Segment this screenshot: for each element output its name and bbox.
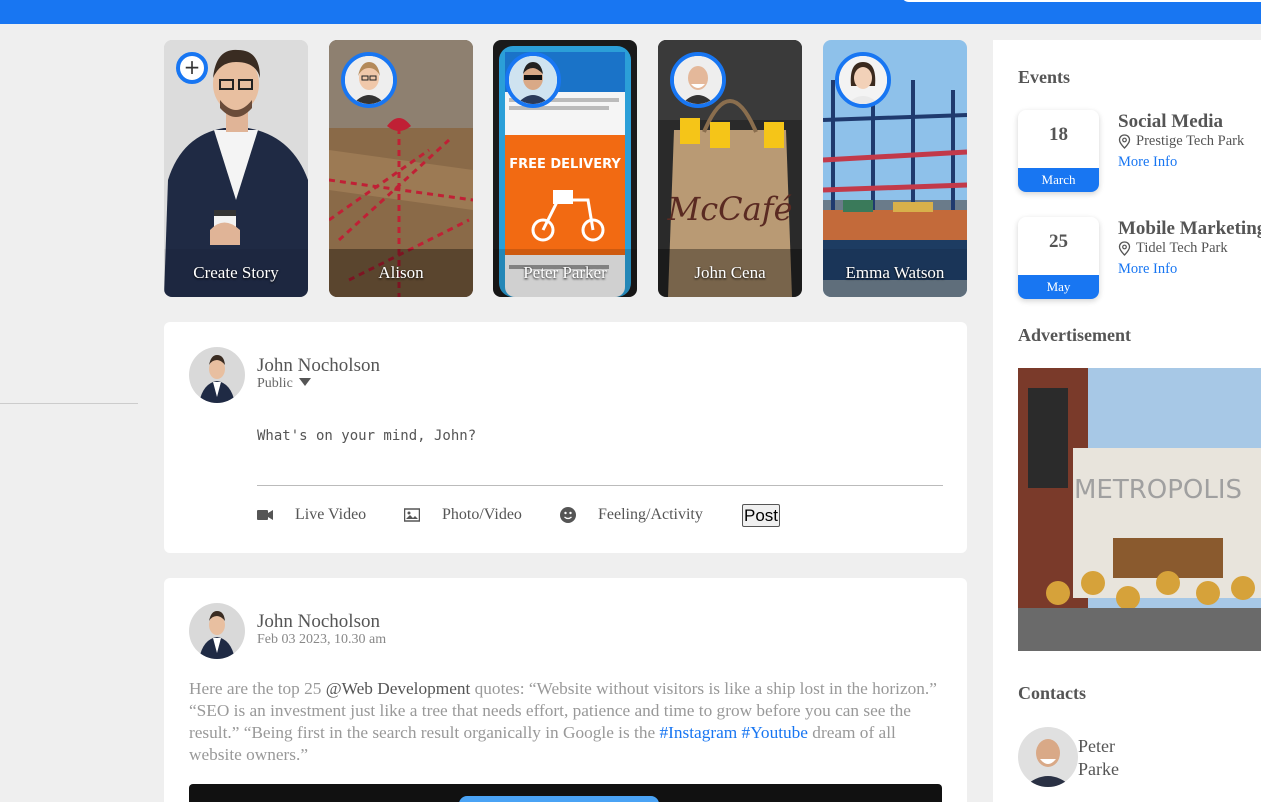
story-avatar bbox=[835, 52, 891, 108]
post-body: Here are the top 25 @Web Development quo… bbox=[189, 679, 937, 764]
story-avatar bbox=[341, 52, 397, 108]
advertisement-title: Advertisement bbox=[1018, 325, 1131, 345]
svg-text:FREE DELIVERY: FREE DELIVERY bbox=[509, 157, 621, 172]
feeling-activity-button[interactable]: Feeling/Activity bbox=[560, 506, 703, 524]
feed-post: John Nocholson Feb 03 2023, 10.30 am Her… bbox=[164, 578, 967, 802]
event-date-card: 25 May bbox=[1018, 217, 1099, 299]
story-name: Peter Parker bbox=[523, 263, 607, 282]
mention-link[interactable]: @Web Development bbox=[326, 679, 471, 698]
story-emma-watson[interactable]: Emma Watson bbox=[823, 40, 967, 297]
photo-video-button[interactable]: Photo/Video bbox=[403, 506, 522, 524]
action-label: Live Video bbox=[295, 506, 367, 523]
hashtag-link[interactable]: #Youtube bbox=[742, 723, 808, 742]
plus-icon[interactable]: + bbox=[176, 52, 208, 84]
live-video-button[interactable]: Live Video bbox=[257, 506, 366, 524]
post-composer: John Nocholson Public What's on your min… bbox=[164, 322, 967, 553]
contact-avatar[interactable] bbox=[1018, 727, 1078, 787]
image-icon bbox=[403, 507, 421, 523]
story-peter-parker[interactable]: FREE DELIVERY Peter Parker bbox=[493, 40, 637, 297]
action-label: Feeling/Activity bbox=[598, 506, 703, 523]
left-sidebar-divider bbox=[0, 403, 138, 404]
composer-user-name: John Nocholson bbox=[257, 355, 380, 376]
story-john-cena[interactable]: McCafé John Cena bbox=[658, 40, 802, 297]
location-pin-icon bbox=[1118, 241, 1131, 256]
post-button[interactable]: Post bbox=[742, 504, 780, 527]
avatar[interactable] bbox=[189, 347, 245, 403]
contacts-title: Contacts bbox=[1018, 683, 1086, 703]
post-author[interactable]: John Nocholson bbox=[257, 611, 380, 633]
avatar[interactable] bbox=[189, 603, 245, 659]
story-name: Create Story bbox=[193, 263, 279, 282]
post-media[interactable] bbox=[189, 784, 942, 802]
smile-icon bbox=[560, 507, 576, 523]
right-sidebar: Events 18 March Social Media Prestige Te… bbox=[993, 40, 1261, 802]
post-timestamp: Feb 03 2023, 10.30 am bbox=[257, 632, 387, 647]
story-name: John Cena bbox=[694, 263, 766, 282]
top-navbar bbox=[0, 0, 1261, 24]
contact-name[interactable]: Peter Parke bbox=[1078, 735, 1138, 781]
action-label: Photo/Video bbox=[442, 506, 522, 523]
events-title: Events bbox=[1018, 67, 1071, 87]
post-input[interactable]: What's on your mind, John? bbox=[257, 428, 476, 444]
story-name: Emma Watson bbox=[845, 263, 945, 282]
privacy-label: Public bbox=[257, 376, 293, 391]
hashtag-link[interactable]: #Instagram bbox=[659, 723, 737, 742]
svg-text:METROPOLIS: METROPOLIS bbox=[1074, 475, 1242, 505]
event-location: Tidel Tech Park bbox=[1118, 240, 1228, 257]
privacy-selector[interactable]: Public bbox=[257, 376, 311, 392]
caret-down-icon bbox=[298, 378, 311, 386]
event-title: Social Media bbox=[1118, 111, 1224, 132]
event-date-card: 18 March bbox=[1018, 110, 1099, 192]
event-more-info-link[interactable]: More Info bbox=[1118, 261, 1177, 278]
svg-text:McCafé: McCafé bbox=[666, 190, 792, 228]
event-location: Prestige Tech Park bbox=[1118, 133, 1244, 150]
location-pin-icon bbox=[1118, 134, 1131, 149]
story-avatar bbox=[670, 52, 726, 108]
story-avatar bbox=[505, 52, 561, 108]
divider bbox=[257, 485, 943, 486]
story-name: Alison bbox=[378, 263, 424, 282]
story-create[interactable]: + Create Story bbox=[164, 40, 308, 297]
story-alison[interactable]: Alison bbox=[329, 40, 473, 297]
video-camera-icon bbox=[257, 507, 273, 523]
search-input[interactable] bbox=[901, 0, 1261, 2]
event-title: Mobile Marketing bbox=[1118, 218, 1261, 239]
event-more-info-link[interactable]: More Info bbox=[1118, 154, 1177, 171]
advertisement-image[interactable]: METROPOLIS bbox=[1018, 368, 1261, 651]
